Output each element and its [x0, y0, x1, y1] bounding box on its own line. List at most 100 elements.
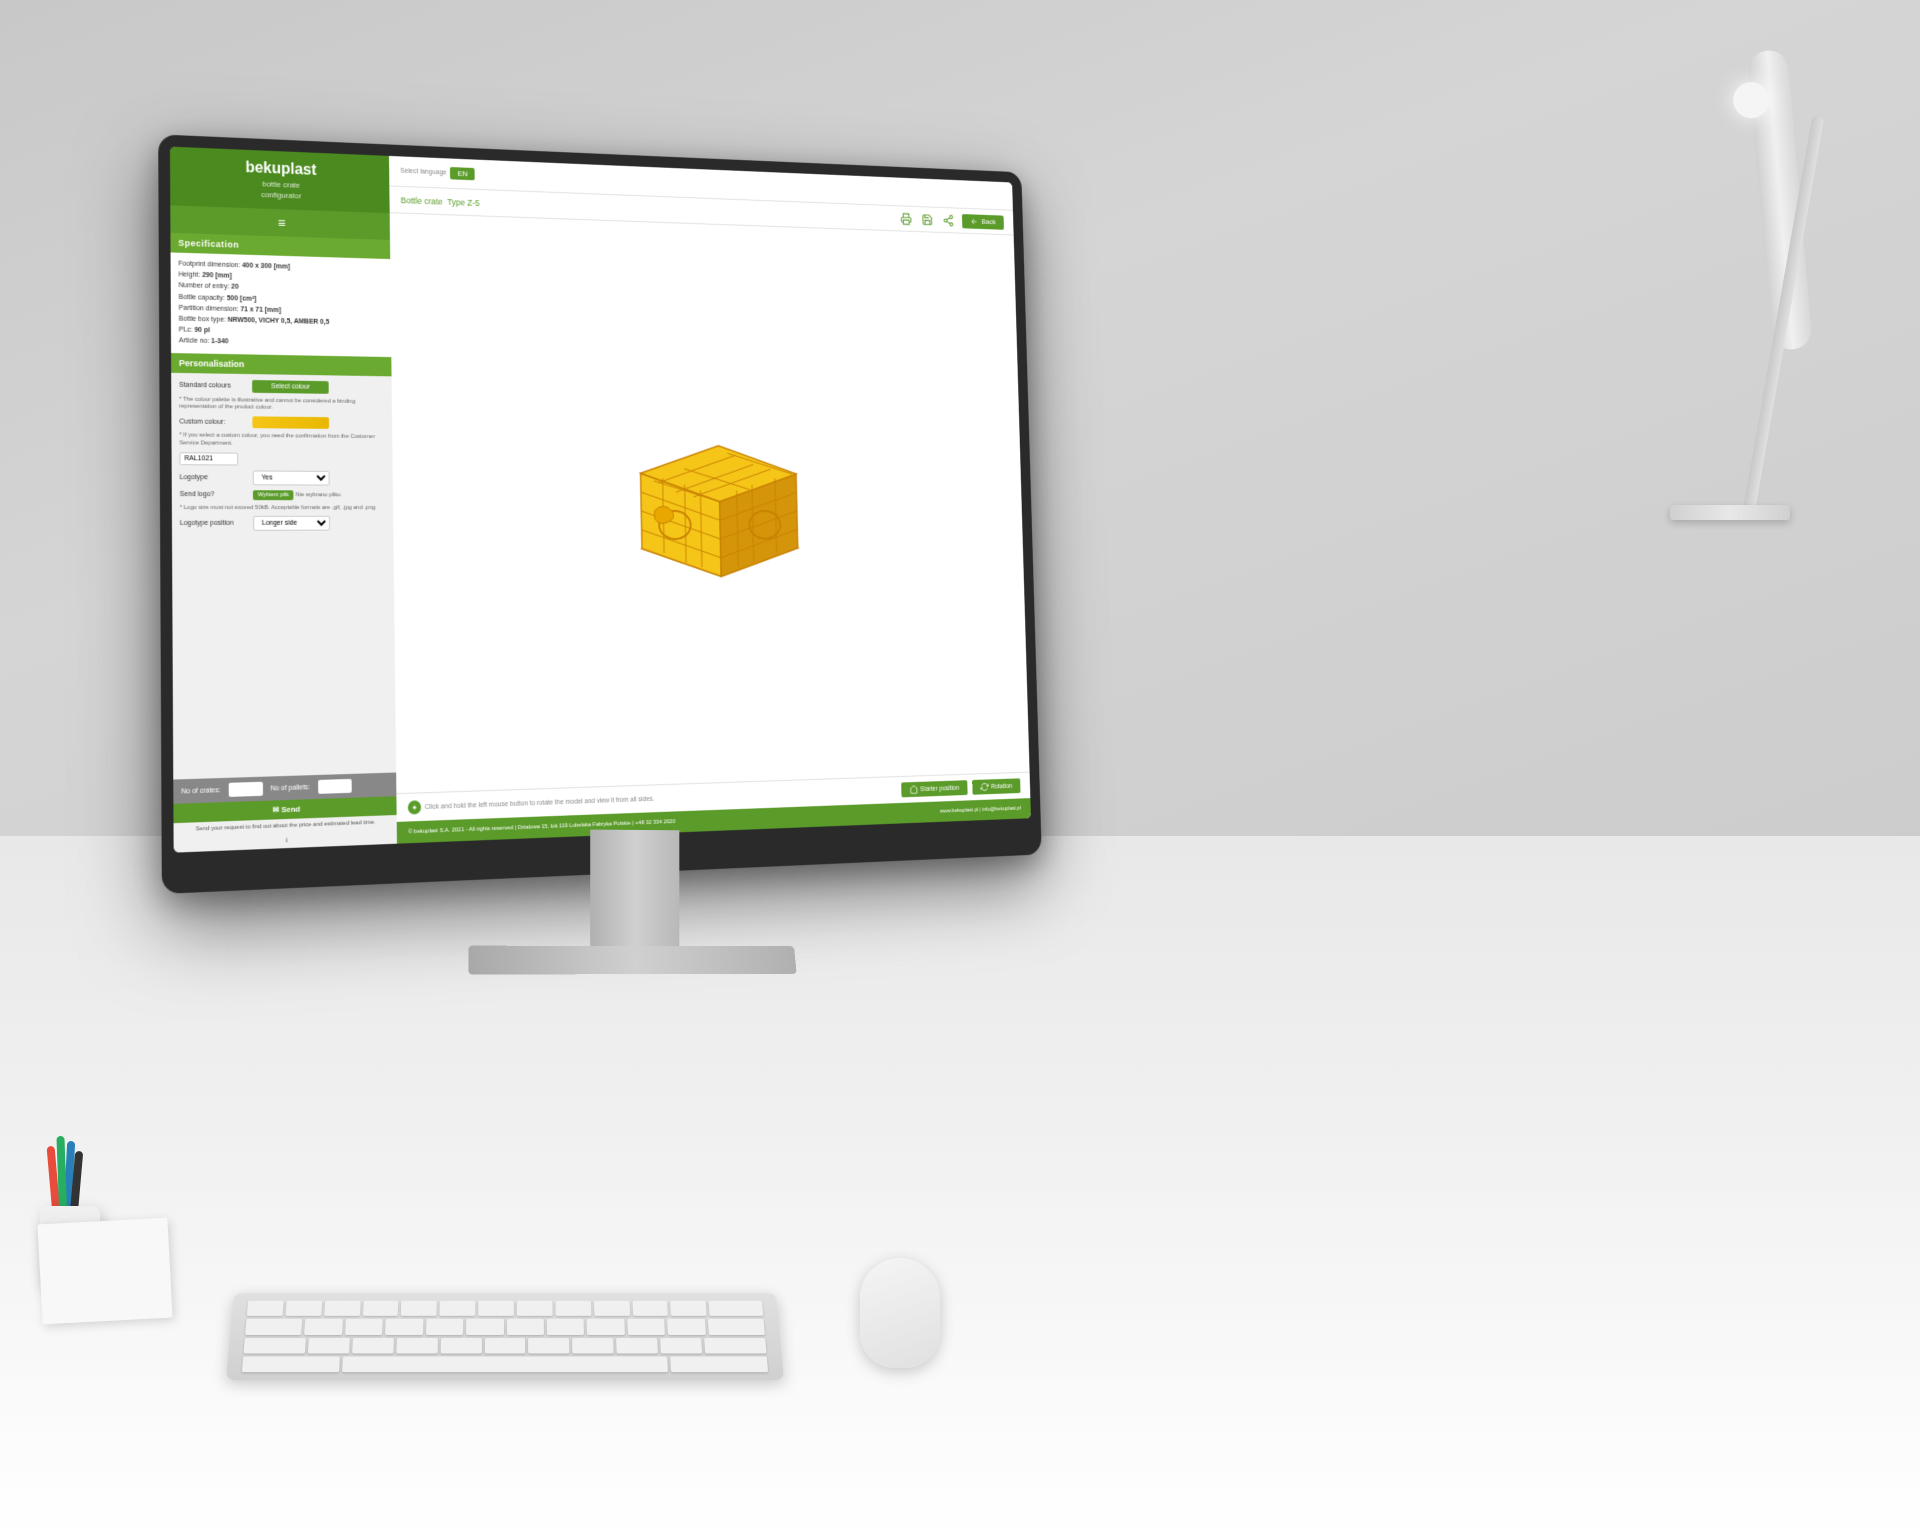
keyboard — [226, 1293, 784, 1380]
ral-row — [179, 452, 385, 466]
standard-colour-row: Standard colours Select colour — [179, 378, 384, 394]
key — [304, 1319, 342, 1335]
key — [385, 1319, 423, 1335]
starter-position-label: Starter position — [920, 785, 959, 793]
rotation-label: Rotation — [991, 783, 1012, 790]
no-pallets-input[interactable] — [318, 779, 352, 794]
key — [627, 1319, 665, 1335]
language-area: Select language EN — [400, 165, 475, 180]
key-wide — [704, 1337, 767, 1353]
hint-icon: ✦ — [408, 800, 421, 814]
specification-content: Footprint dimension: 400 x 300 [mm] Heig… — [171, 252, 392, 356]
key-wide — [243, 1337, 306, 1353]
key — [616, 1337, 658, 1353]
choose-file-button[interactable]: Wybierz plik — [253, 490, 294, 500]
rotation-button[interactable]: Rotation — [972, 778, 1020, 794]
logotype-position-select[interactable]: Longer side Shorter side — [253, 516, 330, 531]
key — [587, 1319, 625, 1335]
logotype-position-label: Logotype position — [180, 520, 253, 527]
lamp-base — [1670, 505, 1790, 520]
key — [478, 1301, 514, 1316]
info-icon: ℹ — [286, 838, 288, 844]
monitor-screen: bekuplast bottle crate configurator ≡ Sp… — [170, 147, 1031, 853]
key — [670, 1301, 706, 1316]
key — [572, 1337, 613, 1353]
toolbar-icons — [899, 210, 956, 228]
no-crates-input[interactable] — [228, 782, 262, 797]
colour-note: * The colour palette is illustrative and… — [179, 396, 384, 414]
key — [632, 1301, 668, 1316]
logotype-select[interactable]: Yes No — [253, 470, 330, 485]
key — [547, 1319, 585, 1335]
logotype-label: Logotype — [180, 474, 253, 481]
print-icon[interactable] — [899, 210, 914, 227]
mouse — [860, 1258, 940, 1368]
lamp-bulb — [1732, 81, 1771, 120]
breadcrumb-part1: Bottle crate — [401, 195, 443, 206]
key — [363, 1301, 399, 1316]
key — [401, 1301, 437, 1316]
monitor-stand-neck — [590, 830, 679, 951]
hint-text: Click and hold the left mouse button to … — [425, 795, 655, 810]
keyboard-keys — [242, 1301, 768, 1372]
colour-preview-bar — [252, 416, 329, 429]
send-logo-row: Send logo? Wybierz plik Nie wybrano plik… — [180, 490, 386, 500]
key-wide — [242, 1356, 340, 1372]
custom-colour-note: * If you select a custom colour, you nee… — [179, 432, 385, 449]
back-button[interactable]: Back — [962, 214, 1004, 230]
monitor-stand-base — [468, 946, 796, 975]
key — [528, 1337, 569, 1353]
file-none-text: Nie wybrano pliku — [296, 492, 341, 498]
key — [426, 1319, 464, 1335]
spacebar — [342, 1356, 667, 1372]
monitor-bezel: bekuplast bottle crate configurator ≡ Sp… — [158, 134, 1042, 894]
footer-website: www.bekuplast.pl | info@bekuplast.pl — [940, 806, 1021, 815]
send-logo-label: Send logo? — [180, 491, 253, 498]
model-viewport[interactable] — [390, 213, 1030, 793]
app-main: Select language EN Bottle crate Type Z-5 — [389, 156, 1031, 844]
key — [440, 1337, 481, 1353]
logotype-position-row: Logotype position Longer side Shorter si… — [180, 516, 386, 531]
key-wide — [709, 1301, 763, 1316]
standard-colour-label: Standard colours — [179, 381, 252, 389]
desk-lamp — [1620, 0, 1820, 900]
key — [507, 1319, 544, 1335]
breadcrumb: Bottle crate Type Z-5 — [401, 195, 480, 207]
key — [396, 1337, 437, 1353]
no-pallets-label: No of pallets: — [270, 784, 310, 792]
sidebar-logo: bekuplast bottle crate configurator — [170, 147, 390, 214]
breadcrumb-part2: Type Z-5 — [447, 197, 480, 208]
keyboard-row-2 — [245, 1319, 765, 1335]
key — [594, 1301, 630, 1316]
key-wide — [245, 1319, 302, 1335]
crate-3d-model — [603, 378, 833, 624]
custom-colour-row: Custom colour: — [179, 416, 384, 430]
key — [484, 1337, 525, 1353]
select-colour-button[interactable]: Select colour — [252, 380, 329, 394]
keyboard-row-4 — [242, 1356, 768, 1372]
no-crates-label: No of crates: — [181, 787, 220, 795]
save-icon[interactable] — [920, 211, 935, 228]
app-sidebar: bekuplast bottle crate configurator ≡ Sp… — [170, 147, 397, 853]
language-button[interactable]: EN — [450, 167, 475, 180]
monitor-assembly: bekuplast bottle crate configurator ≡ Sp… — [160, 130, 1180, 1030]
share-icon[interactable] — [941, 212, 956, 229]
file-upload-area: Wybierz plik Nie wybrano pliku — [253, 490, 341, 500]
key — [247, 1301, 284, 1316]
key — [660, 1337, 702, 1353]
custom-colour-label: Custom colour: — [179, 418, 252, 426]
key — [440, 1301, 476, 1316]
key — [324, 1301, 360, 1316]
notebook — [37, 1218, 172, 1325]
keyboard-row-1 — [247, 1301, 764, 1316]
viewport-buttons: Starter position Rotation — [901, 778, 1021, 797]
hint-area: ✦ Click and hold the left mouse button t… — [408, 792, 655, 814]
personalisation-content: Standard colours Select colour * The col… — [171, 372, 396, 779]
key — [285, 1301, 322, 1316]
key — [466, 1319, 503, 1335]
ral-input[interactable] — [179, 452, 238, 465]
starter-position-button[interactable]: Starter position — [901, 780, 968, 797]
back-button-label: Back — [981, 217, 995, 226]
key — [308, 1337, 350, 1353]
keyboard-row-3 — [243, 1337, 766, 1353]
